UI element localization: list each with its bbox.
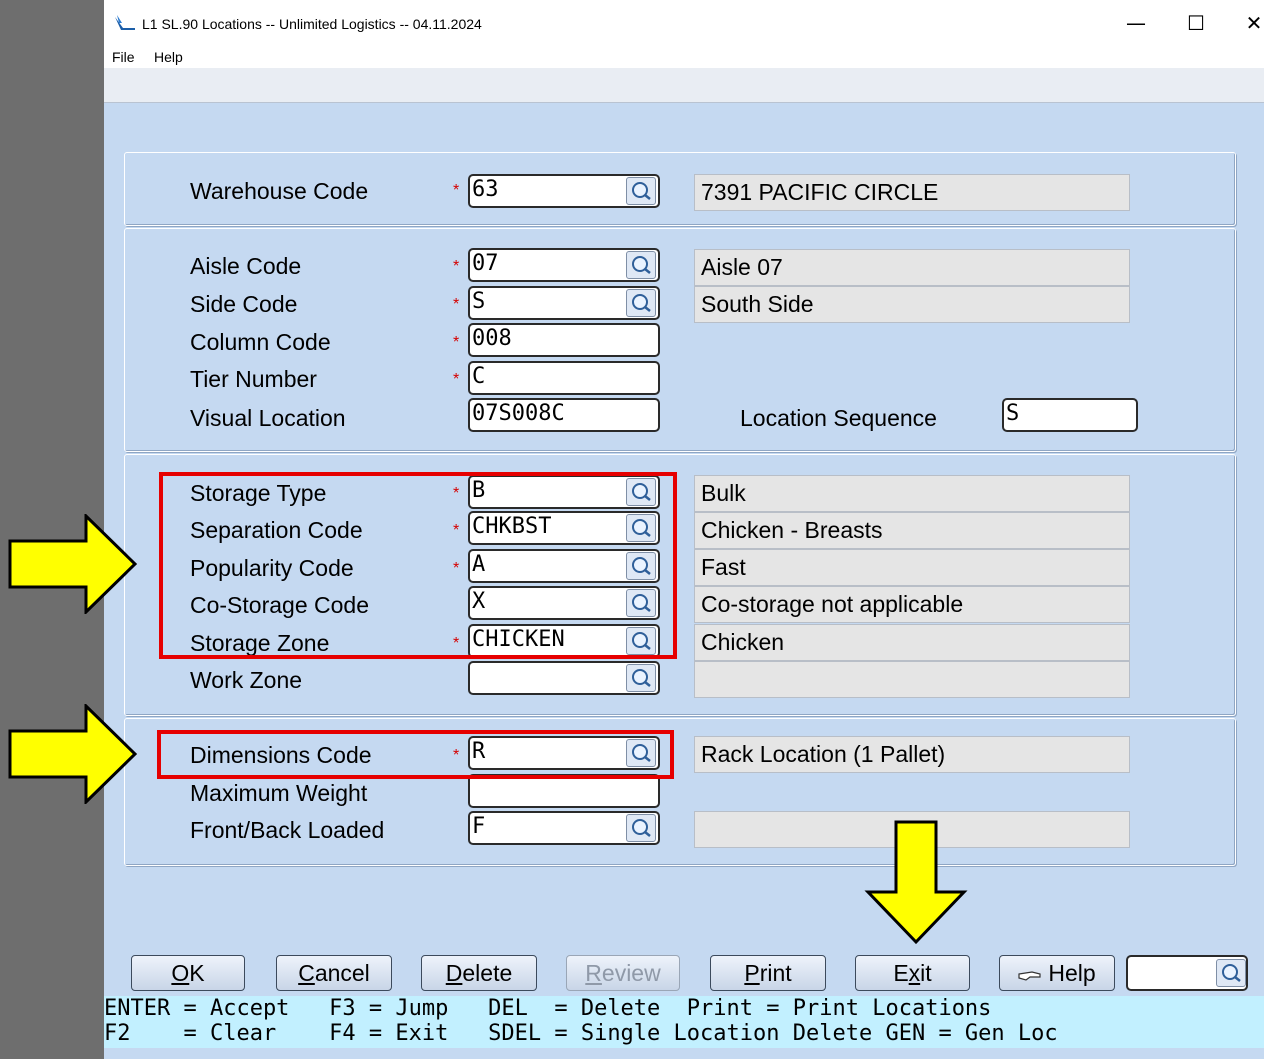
aisle-code-label: Aisle Code (190, 253, 302, 279)
storage-type-description: Bulk (694, 475, 1130, 512)
column-code-label: Column Code (190, 329, 331, 355)
side-lookup-icon[interactable] (626, 289, 656, 317)
title-bar: L1 SL.90 Locations -- Unlimited Logistic… (104, 0, 1264, 46)
aisle-description: Aisle 07 (694, 249, 1130, 286)
locations-window: L1 SL.90 Locations -- Unlimited Logistic… (104, 0, 1264, 1059)
front-back-loaded-label: Front/Back Loaded (190, 817, 385, 843)
warehouse-lookup-icon[interactable] (626, 177, 656, 205)
delete-button[interactable]: Delete (421, 955, 537, 991)
required-marker: * (453, 258, 460, 275)
maximum-weight-input[interactable] (468, 774, 660, 808)
tier-number-input[interactable]: C (468, 361, 660, 395)
separation-description: Chicken - Breasts (694, 512, 1130, 549)
work-zone-label: Work Zone (190, 667, 303, 693)
minimize-button[interactable]: — (1116, 8, 1156, 38)
maximize-button[interactable]: ☐ (1176, 8, 1216, 38)
print-button[interactable]: Print (710, 955, 826, 991)
bottom-search-lookup-icon[interactable] (1216, 959, 1246, 987)
required-marker: * (453, 296, 460, 313)
work-zone-description (694, 661, 1130, 698)
menu-help[interactable]: Help (154, 49, 183, 65)
hint-line-2: F2 = Clear F4 = Exit SDEL = Single Locat… (104, 1021, 1058, 1046)
exit-button[interactable]: Exit (855, 955, 970, 991)
function-key-hints: ENTER = Accept F3 = Jump DEL = Delete Pr… (104, 996, 1264, 1048)
required-marker: * (453, 334, 460, 351)
front-back-lookup-icon[interactable] (626, 814, 656, 842)
review-button[interactable]: Review (566, 955, 680, 991)
help-button[interactable]: Help (999, 955, 1115, 991)
location-sequence-input[interactable]: S (1002, 398, 1138, 432)
warehouse-description: 7391 PACIFIC CIRCLE (694, 174, 1130, 211)
tier-number-label: Tier Number (190, 366, 317, 392)
popularity-description: Fast (694, 549, 1130, 586)
storage-zone-description: Chicken (694, 624, 1130, 661)
ok-button[interactable]: OK (131, 955, 245, 991)
aisle-lookup-icon[interactable] (626, 251, 656, 279)
side-description: South Side (694, 286, 1130, 323)
toolbar (104, 68, 1264, 103)
location-sequence-label: Location Sequence (740, 405, 937, 431)
close-button[interactable]: ✕ (1234, 8, 1264, 38)
co-storage-description: Co-storage not applicable (694, 586, 1130, 623)
required-marker: * (453, 371, 460, 388)
right-arrow-annotation-icon (8, 704, 138, 804)
pointing-hand-icon (1018, 971, 1041, 981)
work-zone-lookup-icon[interactable] (626, 664, 656, 692)
dimensions-highlight-box (157, 730, 674, 779)
right-arrow-annotation-icon (8, 514, 138, 614)
menu-file[interactable]: File (112, 49, 135, 65)
app-logo-icon (115, 15, 135, 30)
side-code-label: Side Code (190, 291, 298, 317)
storage-highlight-box (159, 472, 677, 659)
maximum-weight-label: Maximum Weight (190, 780, 368, 806)
visual-location-label: Visual Location (190, 405, 346, 431)
warehouse-code-label: Warehouse Code (190, 178, 369, 204)
down-arrow-annotation-icon (864, 820, 968, 945)
cancel-button[interactable]: Cancel (276, 955, 392, 991)
menu-bar: File Help (104, 46, 1264, 68)
hint-line-1: ENTER = Accept F3 = Jump DEL = Delete Pr… (104, 996, 992, 1021)
window-title: L1 SL.90 Locations -- Unlimited Logistic… (142, 16, 482, 32)
visual-location-input[interactable]: 07S008C (468, 398, 660, 432)
dimensions-description: Rack Location (1 Pallet) (694, 736, 1130, 773)
required-marker: * (453, 182, 460, 199)
column-code-input[interactable]: 008 (468, 323, 660, 357)
